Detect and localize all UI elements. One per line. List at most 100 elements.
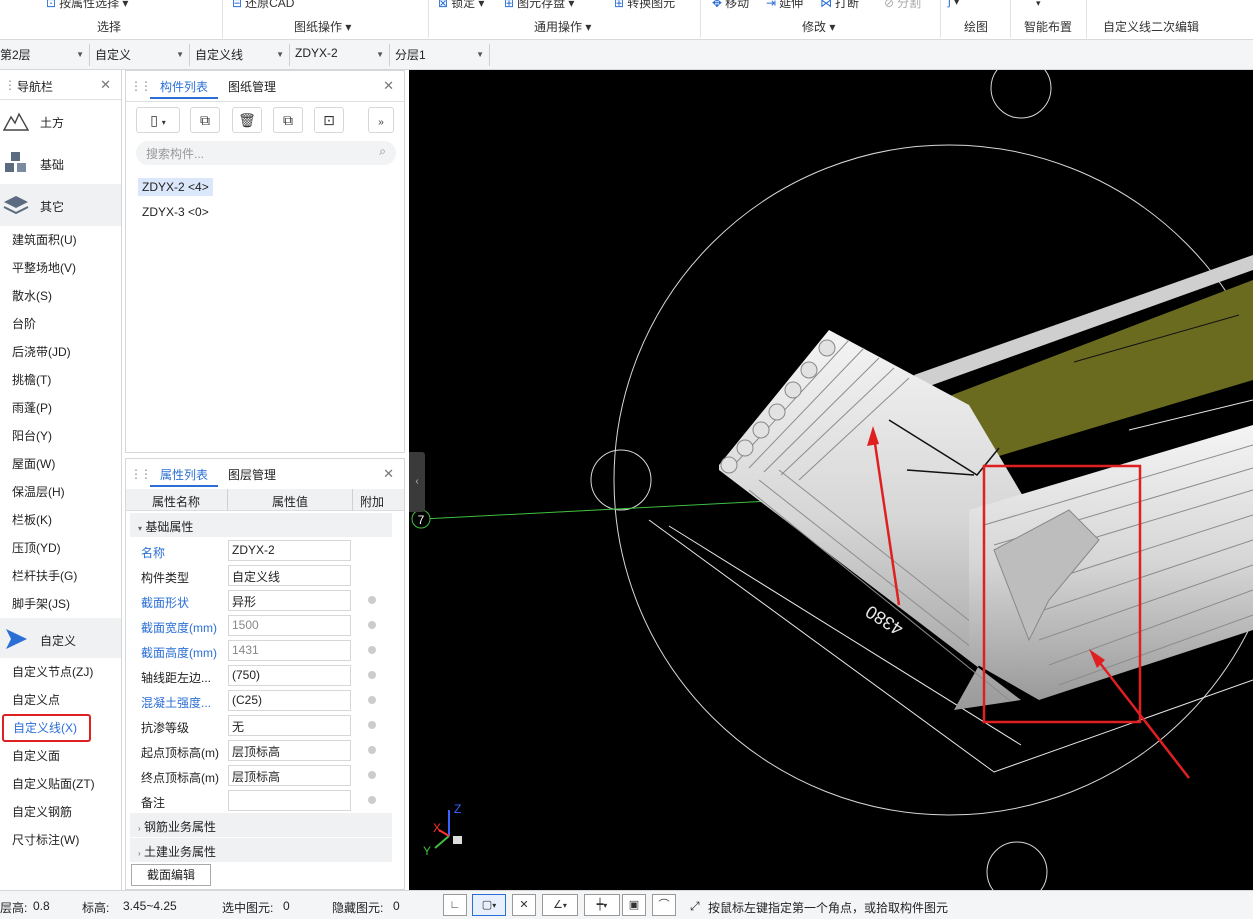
- property-value[interactable]: (C25): [228, 690, 351, 711]
- chevron-down-icon: ▼: [376, 50, 384, 59]
- extend-button[interactable]: ⇥ 延伸: [766, 0, 803, 11]
- property-row: 名称 ZDYX-2: [130, 538, 392, 563]
- nav-custom-item[interactable]: 自定义节点(ZJ): [0, 658, 121, 686]
- nav-item[interactable]: 阳台(Y): [0, 422, 121, 450]
- component-item[interactable]: ZDYX-2 <4>: [138, 178, 213, 196]
- delete-button[interactable]: 🗑: [232, 107, 262, 133]
- nav-item[interactable]: 建筑面积(U): [0, 226, 121, 254]
- search-input[interactable]: 搜索构件... ⌕: [136, 141, 396, 165]
- 3d-viewport[interactable]: 7 4380 Z X Y: [409, 70, 1253, 890]
- nav-custom-item[interactable]: 自定义贴面(ZT): [0, 770, 121, 798]
- save-element-button[interactable]: ⊞ 图元存盘 ▾: [504, 0, 574, 11]
- attach-checkbox[interactable]: [368, 696, 376, 704]
- move-button[interactable]: ✥ 移动: [712, 0, 749, 11]
- property-value[interactable]: 无: [228, 715, 351, 736]
- tab-property-list[interactable]: 属性列表: [150, 463, 219, 487]
- nav-item[interactable]: 压顶(YD): [0, 534, 121, 562]
- attach-checkbox[interactable]: [368, 596, 376, 604]
- attach-checkbox[interactable]: [368, 721, 376, 729]
- attach-checkbox[interactable]: [368, 746, 376, 754]
- smart-layout-dropdown-icon[interactable]: ▾: [1036, 0, 1041, 9]
- offset-toggle[interactable]: ┿▾: [584, 894, 620, 916]
- nav-category-other[interactable]: 其它: [0, 184, 121, 226]
- group-general-ops[interactable]: 通用操作 ▾: [534, 18, 591, 35]
- more-button[interactable]: »: [368, 107, 394, 133]
- copy-button[interactable]: ⧉: [190, 107, 220, 133]
- group-drawing-ops[interactable]: 图纸操作 ▾: [294, 18, 351, 35]
- display-toggle[interactable]: ▣: [622, 894, 646, 916]
- nav-item[interactable]: 台阶: [0, 310, 121, 338]
- arc-toggle[interactable]: ⌒: [652, 894, 676, 916]
- component-select[interactable]: ZDYX-2 ▼: [291, 44, 390, 66]
- angle-toggle[interactable]: ∠▾: [542, 894, 578, 916]
- nav-category-custom[interactable]: 自定义: [0, 618, 121, 658]
- nav-custom-item[interactable]: 自定义线(X): [2, 714, 91, 742]
- draw-tool-icon[interactable]: ʃ ▾: [948, 0, 960, 8]
- close-icon[interactable]: ✕: [100, 77, 111, 93]
- nav-custom-item[interactable]: 尺寸标注(W): [0, 826, 121, 854]
- attach-checkbox[interactable]: [368, 771, 376, 779]
- nav-item[interactable]: 平整场地(V): [0, 254, 121, 282]
- nav-custom-item[interactable]: 自定义面: [0, 742, 121, 770]
- property-value[interactable]: 层顶标高: [228, 765, 351, 786]
- import-button[interactable]: ⊡: [314, 107, 344, 133]
- nav-item[interactable]: 脚手架(JS): [0, 590, 121, 618]
- drag-handle-icon[interactable]: ⋮⋮: [130, 467, 152, 481]
- cross-toggle[interactable]: ✕: [512, 894, 536, 916]
- attach-checkbox[interactable]: [368, 671, 376, 679]
- nav-custom-item[interactable]: 自定义点: [0, 686, 121, 714]
- property-value[interactable]: 自定义线: [228, 565, 351, 586]
- ortho-toggle[interactable]: ∟: [443, 894, 467, 916]
- subtype-select[interactable]: 自定义线 ▼: [191, 44, 290, 66]
- section-edit-button[interactable]: 截面编辑: [131, 864, 211, 886]
- property-value[interactable]: 异形: [228, 590, 351, 611]
- nav-item[interactable]: 后浇带(JD): [0, 338, 121, 366]
- break-button[interactable]: ⋈ 打断: [820, 0, 859, 11]
- nav-item[interactable]: 栏板(K): [0, 506, 121, 534]
- convert-element-button[interactable]: ⊞ 转换图元: [614, 0, 675, 11]
- section-rebar-properties[interactable]: › 钢筋业务属性: [130, 813, 392, 837]
- restore-cad-button[interactable]: ⊟ 还原CAD: [232, 0, 294, 11]
- nav-item[interactable]: 栏杆扶手(G): [0, 562, 121, 590]
- nav-item[interactable]: 保温层(H): [0, 478, 121, 506]
- snap-toggle[interactable]: ▢▾: [472, 894, 506, 916]
- property-name: 混凝土强度...: [141, 696, 212, 710]
- property-value[interactable]: 1431: [228, 640, 351, 661]
- section-civil-properties[interactable]: › 土建业务属性: [130, 838, 392, 862]
- property-value[interactable]: (750): [228, 665, 351, 686]
- property-value[interactable]: ZDYX-2: [228, 540, 351, 561]
- property-value[interactable]: [228, 790, 351, 811]
- nav-item[interactable]: 屋面(W): [0, 450, 121, 478]
- select-by-attr-button[interactable]: ⊡ 按属性选择 ▾: [46, 0, 128, 11]
- attach-checkbox[interactable]: [368, 796, 376, 804]
- property-value[interactable]: 1500: [228, 615, 351, 636]
- tab-drawing-management[interactable]: 图纸管理: [218, 75, 286, 99]
- nav-item[interactable]: 挑檐(T): [0, 366, 121, 394]
- component-item[interactable]: ZDYX-3 <0>: [138, 203, 213, 221]
- close-icon[interactable]: ✕: [383, 78, 394, 94]
- panel-collapse-handle[interactable]: ‹: [409, 452, 425, 512]
- nav-item[interactable]: 散水(S): [0, 282, 121, 310]
- close-icon[interactable]: ✕: [383, 466, 394, 482]
- section-basic-properties[interactable]: ▾ 基础属性: [130, 513, 392, 537]
- floor-select[interactable]: 第2层 ▼: [0, 44, 90, 66]
- attach-checkbox[interactable]: [368, 621, 376, 629]
- nav-category-earthwork[interactable]: 土方: [0, 100, 121, 142]
- new-component-button[interactable]: ▯ ▾: [136, 107, 180, 133]
- property-name: 终点顶标高(m): [141, 771, 219, 785]
- tab-component-list[interactable]: 构件列表: [150, 75, 219, 99]
- attach-checkbox[interactable]: [368, 646, 376, 654]
- group-modify[interactable]: 修改 ▾: [802, 18, 835, 35]
- tab-layer-management[interactable]: 图层管理: [218, 463, 286, 487]
- type-select[interactable]: 自定义 ▼: [91, 44, 190, 66]
- split-button[interactable]: ⊘ 分割: [884, 0, 921, 11]
- nav-item[interactable]: 雨蓬(P): [0, 394, 121, 422]
- duplicate-button[interactable]: ⧉: [273, 107, 303, 133]
- property-value[interactable]: 层顶标高: [228, 740, 351, 761]
- lock-button[interactable]: ⊠ 锁定 ▾: [438, 0, 484, 11]
- drag-handle-icon[interactable]: ⋮⋮: [130, 79, 152, 93]
- nav-category-foundation[interactable]: 基础: [0, 142, 121, 184]
- property-name: 抗渗等级: [141, 721, 190, 735]
- nav-custom-item[interactable]: 自定义钢筋: [0, 798, 121, 826]
- layer-select[interactable]: 分层1 ▼: [391, 44, 490, 66]
